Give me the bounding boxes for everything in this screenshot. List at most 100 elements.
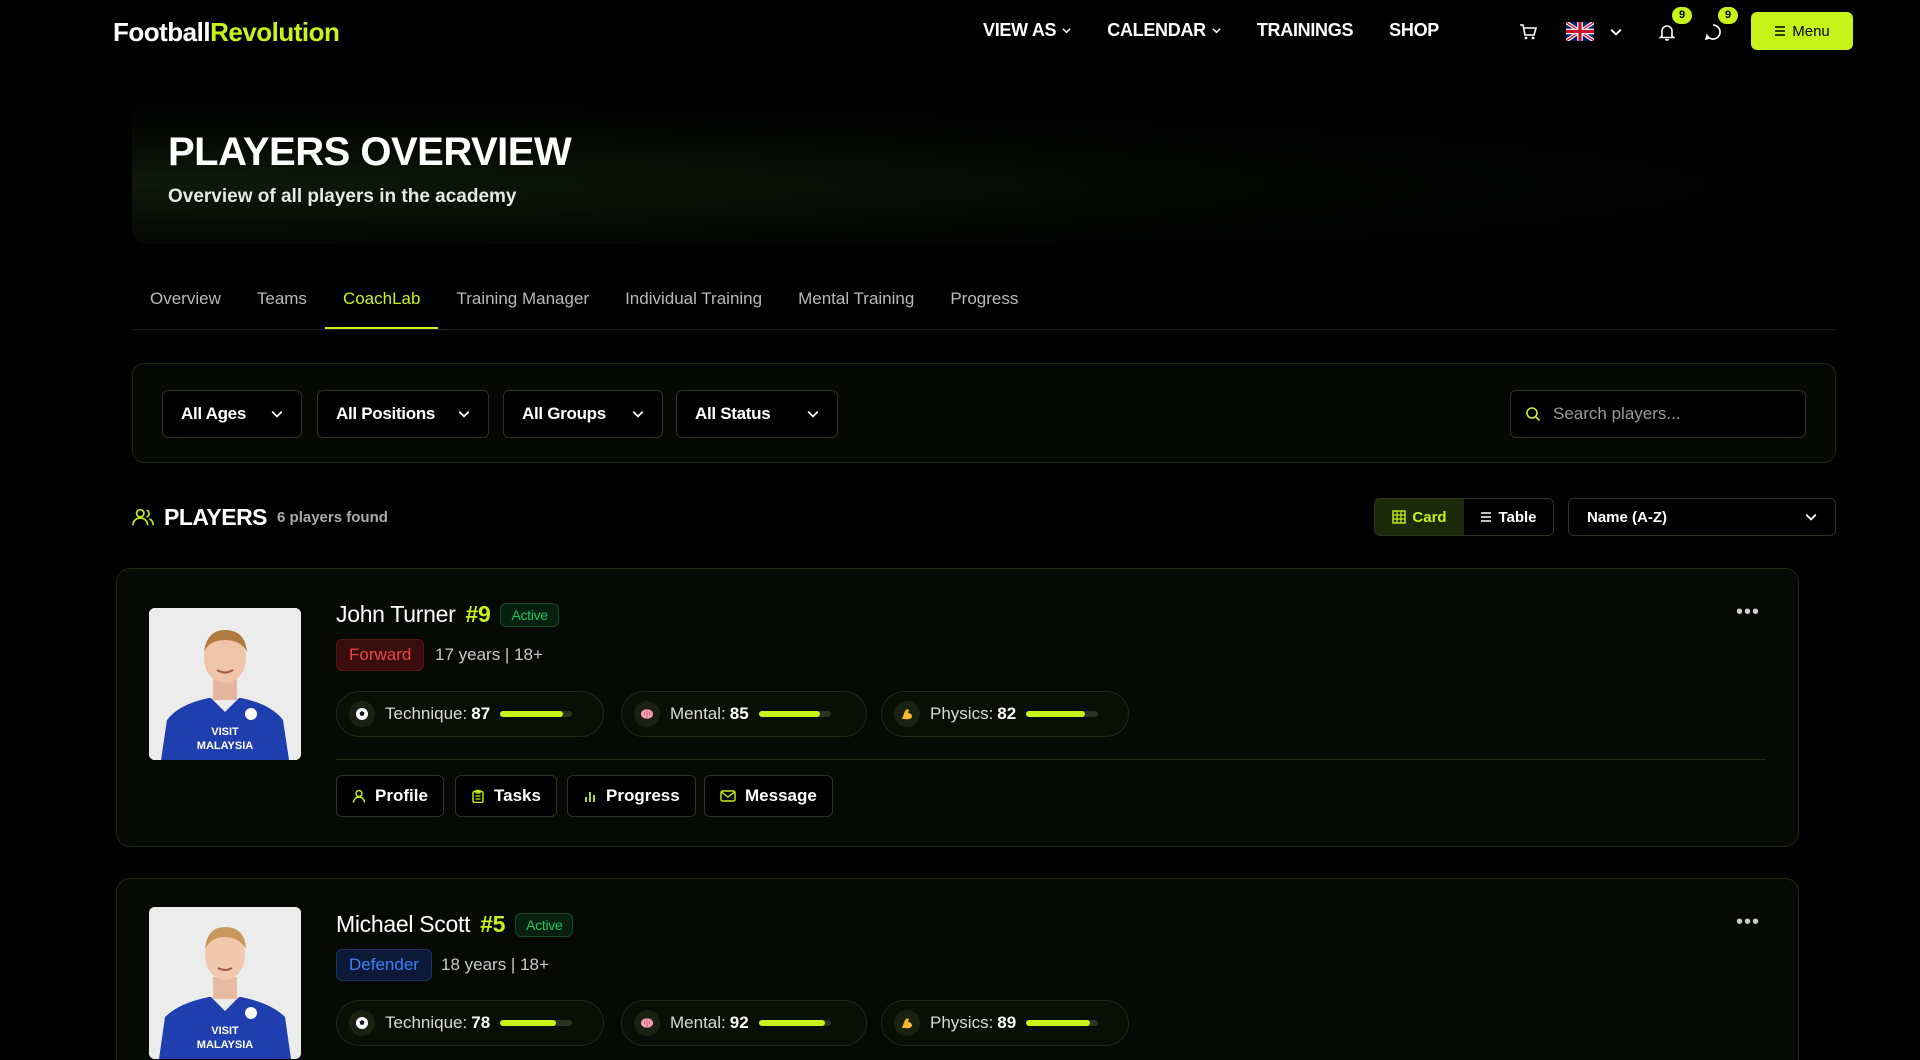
physics-value: 82	[997, 704, 1017, 723]
player-name[interactable]: Michael Scott	[336, 911, 470, 938]
shirt-sponsor-line1: VISIT	[211, 726, 239, 738]
profile-button-label: Profile	[375, 786, 428, 805]
shirt-sponsor-line2: MALAYSIA	[197, 740, 253, 752]
physics-bar	[1026, 1020, 1099, 1026]
grid-icon	[1392, 510, 1407, 524]
menu-button[interactable]: Menu	[1751, 12, 1853, 50]
more-options-icon[interactable]: •••	[1736, 601, 1760, 624]
player-portrait-image: VISIT MALAYSIA	[149, 907, 301, 1059]
group-filter-value: All Groups	[522, 404, 606, 423]
list-icon	[1481, 512, 1492, 522]
football-icon	[349, 1010, 375, 1036]
player-name[interactable]: John Turner	[336, 601, 456, 628]
mental-bar	[758, 711, 831, 717]
technique-bar	[500, 1020, 573, 1026]
status-filter-select[interactable]: All Status	[676, 390, 838, 438]
search-input[interactable]	[1553, 404, 1793, 424]
more-options-icon[interactable]: •••	[1736, 911, 1760, 934]
chevron-down-icon	[271, 411, 283, 418]
muscle-icon	[894, 1010, 920, 1036]
cart-icon[interactable]	[1518, 22, 1538, 42]
mental-label: Mental:	[670, 1013, 726, 1032]
page-hero: PLAYERS OVERVIEW Overview of all players…	[132, 98, 1836, 244]
profile-button[interactable]: Profile	[336, 775, 444, 817]
nav-view-as[interactable]: VIEW AS	[983, 20, 1071, 41]
chevron-down-icon	[807, 411, 819, 418]
tab-individual-training[interactable]: Individual Training	[607, 282, 780, 329]
physics-stat: Physics: 89	[881, 1000, 1129, 1046]
player-age: 18 years | 18+	[441, 955, 549, 974]
technique-bar-fill	[500, 1020, 557, 1026]
technique-value: 87	[471, 704, 491, 723]
sort-value: Name (A-Z)	[1587, 508, 1668, 526]
status-filter-value: All Status	[695, 404, 771, 423]
tab-teams[interactable]: Teams	[239, 282, 325, 329]
nav-view-as-label: VIEW AS	[983, 20, 1057, 40]
table-view-label: Table	[1498, 508, 1537, 526]
chat-icon[interactable]	[1703, 22, 1723, 42]
muscle-icon	[894, 701, 920, 727]
technique-bar-fill	[500, 711, 563, 717]
tab-mental-training[interactable]: Mental Training	[780, 282, 932, 329]
page-title: PLAYERS OVERVIEW	[168, 130, 572, 174]
language-chevron-down-icon[interactable]	[1610, 26, 1622, 38]
mental-stat: Mental: 92	[621, 1000, 867, 1046]
tasks-button[interactable]: Tasks	[455, 775, 557, 817]
nav-trainings-label: TRAININGS	[1256, 20, 1354, 40]
card-view-button[interactable]: Card	[1375, 499, 1464, 535]
mail-icon	[720, 790, 736, 802]
player-number: #9	[465, 601, 491, 627]
table-view-button[interactable]: Table	[1464, 499, 1553, 535]
status-badge: Active	[500, 602, 559, 627]
physics-label: Physics:	[930, 704, 994, 723]
technique-label: Technique:	[385, 1013, 468, 1032]
position-badge: Defender	[336, 949, 432, 981]
tab-overview[interactable]: Overview	[132, 282, 239, 329]
technique-bar	[500, 711, 573, 717]
uk-flag-icon[interactable]	[1566, 22, 1594, 41]
shirt-sponsor-line1: VISIT	[211, 1025, 239, 1037]
group-filter-select[interactable]: All Groups	[503, 390, 663, 438]
main-nav: VIEW AS CALENDAR TRAININGS SHOP	[983, 20, 1439, 41]
physics-bar-fill	[1026, 1020, 1091, 1026]
player-search	[1510, 390, 1806, 438]
physics-bar	[1026, 711, 1099, 717]
tab-coachlab[interactable]: CoachLab	[324, 282, 439, 329]
chevron-down-icon	[1212, 28, 1221, 34]
sort-select[interactable]: Name (A-Z)	[1568, 498, 1836, 536]
clipboard-icon	[472, 789, 484, 803]
message-button[interactable]: Message	[704, 775, 833, 817]
nav-shop[interactable]: SHOP	[1389, 20, 1439, 41]
players-count: 6 players found	[277, 508, 388, 526]
player-number: #5	[480, 911, 506, 937]
chevron-down-icon	[1062, 28, 1071, 34]
tab-progress[interactable]: Progress	[932, 282, 1036, 329]
player-photo[interactable]: VISIT MALAYSIA	[149, 608, 301, 760]
technique-label: Technique:	[385, 704, 468, 723]
physics-bar-fill	[1026, 711, 1086, 717]
view-toggle: Card Table	[1374, 498, 1554, 536]
brain-icon	[634, 1010, 660, 1036]
menu-button-label: Menu	[1792, 22, 1830, 40]
bar-chart-icon	[585, 792, 595, 802]
brand-logo[interactable]: FootballRevolution	[113, 17, 340, 48]
bell-icon[interactable]	[1657, 22, 1677, 42]
player-photo[interactable]: VISIT MALAYSIA	[149, 907, 301, 1059]
nav-trainings[interactable]: TRAININGS	[1256, 20, 1354, 41]
progress-button[interactable]: Progress	[567, 775, 696, 817]
tab-training-manager[interactable]: Training Manager	[438, 282, 607, 329]
physics-value: 89	[997, 1013, 1017, 1032]
section-tabs: Overview Teams CoachLab Training Manager…	[132, 282, 1836, 330]
player-card: VISIT MALAYSIA Michael Scott #5 Active D…	[116, 878, 1799, 1060]
card-divider	[336, 759, 1766, 760]
physics-label: Physics:	[930, 1013, 994, 1032]
position-filter-select[interactable]: All Positions	[317, 390, 489, 438]
status-badge: Active	[515, 912, 574, 937]
age-filter-select[interactable]: All Ages	[162, 390, 302, 438]
tasks-button-label: Tasks	[494, 786, 541, 805]
filter-bar: All Ages All Positions All Groups All St…	[132, 363, 1836, 463]
nav-calendar[interactable]: CALENDAR	[1107, 20, 1221, 41]
player-card: VISIT MALAYSIA John Turner #9 Active For…	[116, 568, 1799, 847]
mental-value: 85	[729, 704, 749, 723]
mental-bar-fill	[758, 711, 820, 717]
